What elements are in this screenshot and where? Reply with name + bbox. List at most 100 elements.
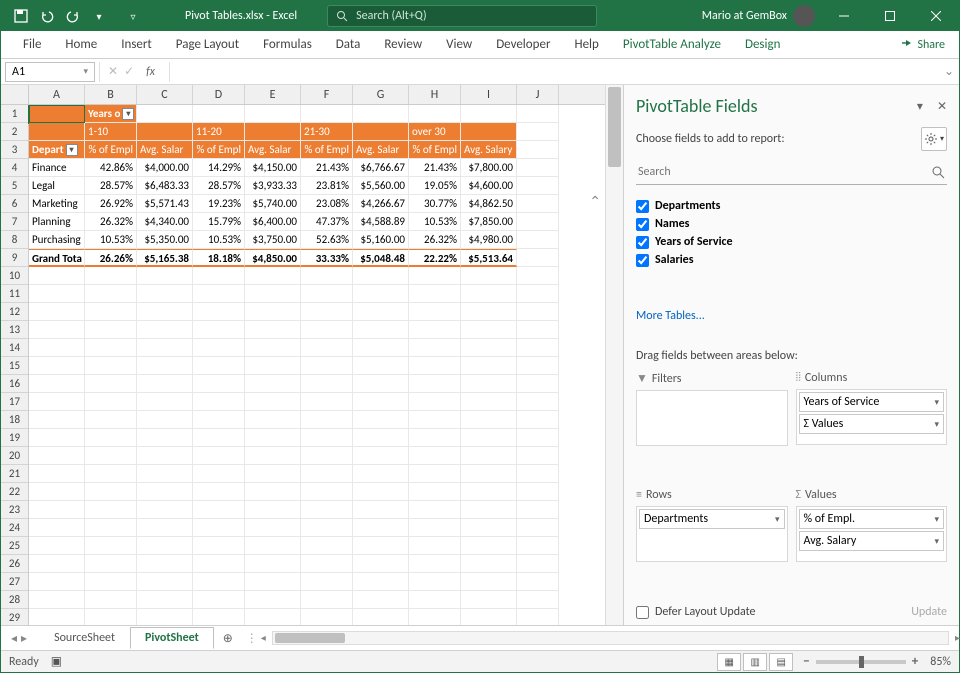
cell[interactable]: $5,571.43 xyxy=(137,195,193,213)
cell[interactable] xyxy=(85,591,137,609)
cell[interactable] xyxy=(409,591,461,609)
cell[interactable] xyxy=(85,393,137,411)
cell[interactable] xyxy=(353,267,409,285)
cell[interactable] xyxy=(353,357,409,375)
row-header-3[interactable]: 3 xyxy=(1,141,28,159)
cell[interactable] xyxy=(301,429,353,447)
cell[interactable] xyxy=(137,339,193,357)
cell[interactable]: 42.86% xyxy=(85,159,137,177)
cell[interactable]: $5,513.64 xyxy=(461,249,517,267)
cell[interactable] xyxy=(461,537,517,555)
cell[interactable] xyxy=(137,285,193,303)
chevron-down-icon[interactable]: ▾ xyxy=(934,536,939,547)
cell[interactable] xyxy=(85,303,137,321)
cell[interactable] xyxy=(29,537,85,555)
chevron-down-icon[interactable]: ▾ xyxy=(934,419,939,430)
cell[interactable]: $3,933.33 xyxy=(245,177,301,195)
cell[interactable] xyxy=(353,393,409,411)
cell[interactable] xyxy=(85,573,137,591)
cell[interactable] xyxy=(517,339,559,357)
field-checkbox[interactable] xyxy=(636,200,649,213)
cell[interactable] xyxy=(85,411,137,429)
cell[interactable] xyxy=(245,321,301,339)
cell[interactable] xyxy=(29,573,85,591)
cell[interactable] xyxy=(301,483,353,501)
cell[interactable] xyxy=(301,357,353,375)
cell[interactable] xyxy=(245,303,301,321)
cell[interactable] xyxy=(517,465,559,483)
cell[interactable]: 28.57% xyxy=(193,177,245,195)
cell[interactable]: Grand Tota xyxy=(29,249,85,267)
zoom-out-button[interactable]: − xyxy=(803,654,809,669)
cell[interactable] xyxy=(301,339,353,357)
cell[interactable] xyxy=(245,375,301,393)
cell[interactable] xyxy=(193,609,245,625)
cell[interactable]: 26.92% xyxy=(85,195,137,213)
cell[interactable]: % of Empl xyxy=(301,141,353,159)
cell[interactable] xyxy=(137,591,193,609)
ribbon-tab-developer[interactable]: Developer xyxy=(484,31,562,58)
ribbon-tab-design[interactable]: Design xyxy=(733,31,792,58)
cell[interactable] xyxy=(353,123,409,141)
cell[interactable] xyxy=(353,537,409,555)
pane-close-icon[interactable]: ✕ xyxy=(937,99,947,114)
cell[interactable] xyxy=(353,591,409,609)
cell[interactable]: $5,048.48 xyxy=(353,249,409,267)
cell[interactable] xyxy=(353,105,409,123)
rows-area[interactable]: ≡Rows Departments▾ xyxy=(636,488,788,597)
normal-view-button[interactable]: ▦ xyxy=(717,653,741,671)
cell[interactable] xyxy=(517,375,559,393)
cell[interactable] xyxy=(353,573,409,591)
cell[interactable] xyxy=(517,321,559,339)
share-button[interactable]: Share xyxy=(887,31,959,58)
cell[interactable] xyxy=(301,555,353,573)
cell[interactable] xyxy=(461,411,517,429)
col-header-F[interactable]: F xyxy=(301,85,353,104)
cell[interactable] xyxy=(193,501,245,519)
cell[interactable] xyxy=(517,411,559,429)
cell[interactable] xyxy=(301,501,353,519)
cell[interactable] xyxy=(461,267,517,285)
cell[interactable] xyxy=(137,573,193,591)
cell[interactable] xyxy=(461,105,517,123)
cell[interactable] xyxy=(245,555,301,573)
cell[interactable] xyxy=(461,501,517,519)
cell[interactable] xyxy=(29,465,85,483)
cell[interactable] xyxy=(193,429,245,447)
undo-icon[interactable] xyxy=(35,4,59,28)
cell[interactable] xyxy=(85,357,137,375)
cell[interactable] xyxy=(85,375,137,393)
area-item[interactable]: Departments▾ xyxy=(639,509,785,529)
cell[interactable] xyxy=(85,321,137,339)
cell[interactable] xyxy=(245,267,301,285)
cell[interactable]: $4,850.00 xyxy=(245,249,301,267)
cell[interactable] xyxy=(245,285,301,303)
cell[interactable] xyxy=(517,591,559,609)
zoom-in-button[interactable]: + xyxy=(912,654,918,669)
cell[interactable] xyxy=(29,501,85,519)
cell[interactable] xyxy=(245,411,301,429)
cell[interactable] xyxy=(409,267,461,285)
cell[interactable] xyxy=(461,339,517,357)
cell[interactable] xyxy=(409,303,461,321)
cell[interactable] xyxy=(193,465,245,483)
cell[interactable] xyxy=(245,465,301,483)
cell[interactable] xyxy=(137,267,193,285)
chevron-down-icon[interactable]: ▾ xyxy=(775,514,780,525)
sheet-tab-pivotsheet[interactable]: PivotSheet xyxy=(130,627,214,649)
cell[interactable]: $5,560.00 xyxy=(353,177,409,195)
cell[interactable]: $4,600.00 xyxy=(461,177,517,195)
cell[interactable]: % of Empl xyxy=(409,141,461,159)
cell[interactable]: 21.43% xyxy=(409,159,461,177)
col-header-B[interactable]: B xyxy=(85,85,137,104)
cell[interactable]: Marketing xyxy=(29,195,85,213)
cell[interactable] xyxy=(193,483,245,501)
cell[interactable] xyxy=(301,321,353,339)
cell[interactable] xyxy=(29,285,85,303)
cell[interactable] xyxy=(245,447,301,465)
cell[interactable] xyxy=(353,429,409,447)
qat-overflow-icon[interactable]: ▿ xyxy=(121,4,145,28)
cell[interactable] xyxy=(137,483,193,501)
cell[interactable] xyxy=(137,609,193,625)
field-names[interactable]: Names xyxy=(636,215,947,233)
